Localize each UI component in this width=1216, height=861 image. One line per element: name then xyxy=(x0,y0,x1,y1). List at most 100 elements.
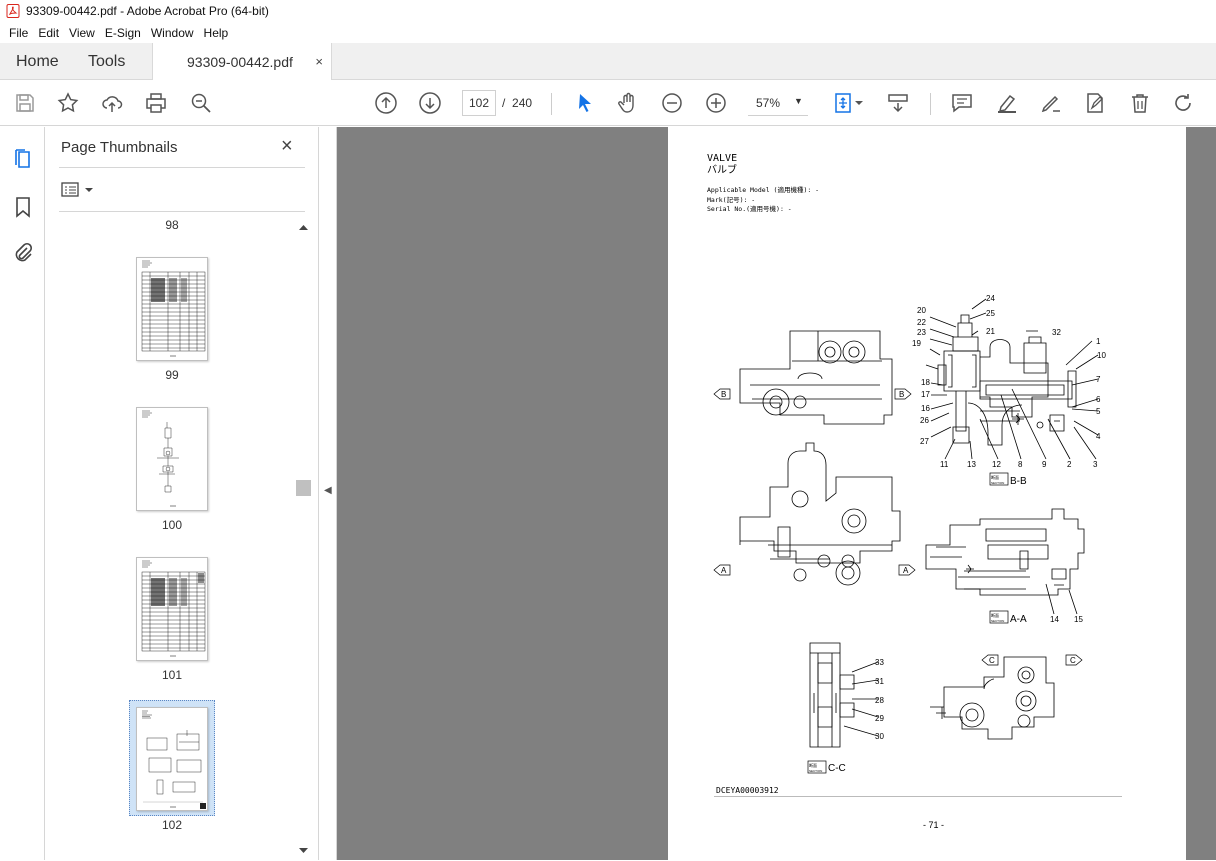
tab-document-label: 93309-00442.pdf xyxy=(187,54,293,70)
tab-bar: Home Tools 93309-00442.pdf × xyxy=(0,43,1216,81)
zoom-out-icon[interactable] xyxy=(659,90,685,116)
svg-text:8: 8 xyxy=(1018,460,1023,469)
rotate-icon[interactable] xyxy=(1170,90,1196,116)
main-toolbar: 102 / 240 57% ▼ xyxy=(0,80,1216,126)
drawing-code: DCEYA00003912 xyxy=(716,786,779,795)
acrobat-pdf-icon xyxy=(6,4,20,18)
comment-icon[interactable] xyxy=(949,90,975,116)
thumbnail-label: 101 xyxy=(161,668,183,682)
svg-text:SECTION: SECTION xyxy=(991,619,1004,623)
search-zoom-icon[interactable] xyxy=(188,90,214,116)
collapse-left-icon[interactable]: ◀ xyxy=(324,485,332,496)
tab-tools[interactable]: Tools xyxy=(88,43,125,80)
document-canvas[interactable]: VALVE バルブ Applicable Model (適用機種): - Mar… xyxy=(337,127,1216,860)
svg-text:31: 31 xyxy=(875,677,884,686)
svg-text:27: 27 xyxy=(920,437,929,446)
scroll-mode-icon[interactable] xyxy=(885,90,911,116)
chevron-down-icon[interactable]: ▼ xyxy=(794,96,803,106)
hand-tool-icon[interactable] xyxy=(615,90,641,116)
page-count: / 240 xyxy=(502,96,533,110)
thumbnail-page-99[interactable] xyxy=(136,257,208,361)
svg-text:33: 33 xyxy=(875,658,884,667)
svg-text:24: 24 xyxy=(986,294,995,303)
close-icon[interactable]: × xyxy=(281,135,293,158)
svg-text:18: 18 xyxy=(921,378,930,387)
left-navigation-rail xyxy=(0,127,45,860)
svg-text:17: 17 xyxy=(921,390,930,399)
svg-text:5: 5 xyxy=(1096,407,1101,416)
bookmarks-icon[interactable] xyxy=(11,195,35,219)
title-bar: 93309-00442.pdf - Adobe Acrobat Pro (64-… xyxy=(0,0,1216,22)
svg-text:19: 19 xyxy=(912,339,921,348)
svg-text:9: 9 xyxy=(1042,460,1047,469)
svg-text:1: 1 xyxy=(1096,337,1101,346)
bookmark-star-icon[interactable] xyxy=(55,90,81,116)
menu-edit[interactable]: Edit xyxy=(33,26,64,40)
svg-text:断面: 断面 xyxy=(809,762,817,768)
menu-view[interactable]: View xyxy=(64,26,100,40)
panel-divider xyxy=(59,167,305,168)
svg-text:A: A xyxy=(721,566,727,575)
draw-sign-icon[interactable] xyxy=(1038,90,1064,116)
delete-trash-icon[interactable] xyxy=(1127,90,1153,116)
menu-file[interactable]: File xyxy=(4,26,33,40)
tab-document[interactable]: 93309-00442.pdf × xyxy=(152,43,332,81)
svg-text:26: 26 xyxy=(920,416,929,425)
toolbar-divider xyxy=(930,93,931,115)
share-upload-icon[interactable] xyxy=(99,90,125,116)
svg-text:断面: 断面 xyxy=(991,474,999,480)
doc-page-number: - 71 - xyxy=(923,820,945,830)
highlight-pen-icon[interactable] xyxy=(994,90,1020,116)
tab-close-icon[interactable]: × xyxy=(315,54,323,69)
thumbnail-options-icon[interactable] xyxy=(61,181,97,199)
pdf-page: VALVE バルブ Applicable Model (適用機種): - Mar… xyxy=(668,127,1186,860)
thumbnail-page-100[interactable] xyxy=(136,407,208,511)
tab-home[interactable]: Home xyxy=(16,43,59,80)
menu-help[interactable]: Help xyxy=(199,26,234,40)
svg-text:B: B xyxy=(721,390,726,399)
svg-text:13: 13 xyxy=(967,460,976,469)
svg-text:28: 28 xyxy=(875,696,884,705)
svg-text:16: 16 xyxy=(921,404,930,413)
page-thumbnails-icon[interactable] xyxy=(11,147,35,171)
menu-bar: File Edit View E-Sign Window Help xyxy=(0,22,1216,43)
thumbnail-label: 98 xyxy=(165,218,179,232)
panel-collapse-strip[interactable]: ◀ xyxy=(318,127,337,860)
svg-text:SECTION: SECTION xyxy=(809,769,822,773)
attachments-paperclip-icon[interactable] xyxy=(11,241,35,265)
svg-text:B: B xyxy=(899,390,904,399)
footer-rule xyxy=(714,796,1122,797)
svg-text:11: 11 xyxy=(940,460,949,469)
toolbar-divider xyxy=(551,93,552,115)
menu-esign[interactable]: E-Sign xyxy=(100,26,146,40)
svg-text:B-B: B-B xyxy=(1010,476,1027,487)
svg-text:10: 10 xyxy=(1097,351,1106,360)
thumbnail-page-102[interactable] xyxy=(136,707,208,811)
scrollbar-thumb[interactable] xyxy=(296,480,311,496)
edit-pdf-icon[interactable] xyxy=(1082,90,1108,116)
svg-text:14: 14 xyxy=(1050,615,1059,624)
total-pages: 240 xyxy=(512,96,533,110)
save-icon[interactable] xyxy=(12,90,38,116)
thumbnails-scrollbar[interactable] xyxy=(296,220,311,858)
svg-text:A: A xyxy=(903,566,909,575)
previous-page-icon[interactable] xyxy=(373,90,399,116)
thumbnail-label: 102 xyxy=(161,818,183,832)
zoom-in-icon[interactable] xyxy=(703,90,729,116)
svg-text:30: 30 xyxy=(875,732,884,741)
next-page-icon[interactable] xyxy=(417,90,443,116)
svg-text:2: 2 xyxy=(1067,460,1072,469)
print-icon[interactable] xyxy=(143,90,169,116)
page-thumbnails-panel: Page Thumbnails × 98 99 100 101 102 xyxy=(45,127,318,860)
select-cursor-icon[interactable] xyxy=(572,90,598,116)
svg-text:7: 7 xyxy=(1096,375,1101,384)
menu-window[interactable]: Window xyxy=(146,26,199,40)
svg-text:A-A: A-A xyxy=(1010,614,1027,625)
svg-text:15: 15 xyxy=(1074,615,1083,624)
svg-text:C: C xyxy=(1070,656,1076,665)
thumbnail-page-101[interactable] xyxy=(136,557,208,661)
chevron-down-icon[interactable] xyxy=(853,90,865,116)
callout-labels: 20 22 23 19 18 17 16 26 27 24 25 21 32 1… xyxy=(721,294,1106,774)
page-number-input[interactable]: 102 xyxy=(462,90,496,116)
svg-text:20: 20 xyxy=(917,306,926,315)
